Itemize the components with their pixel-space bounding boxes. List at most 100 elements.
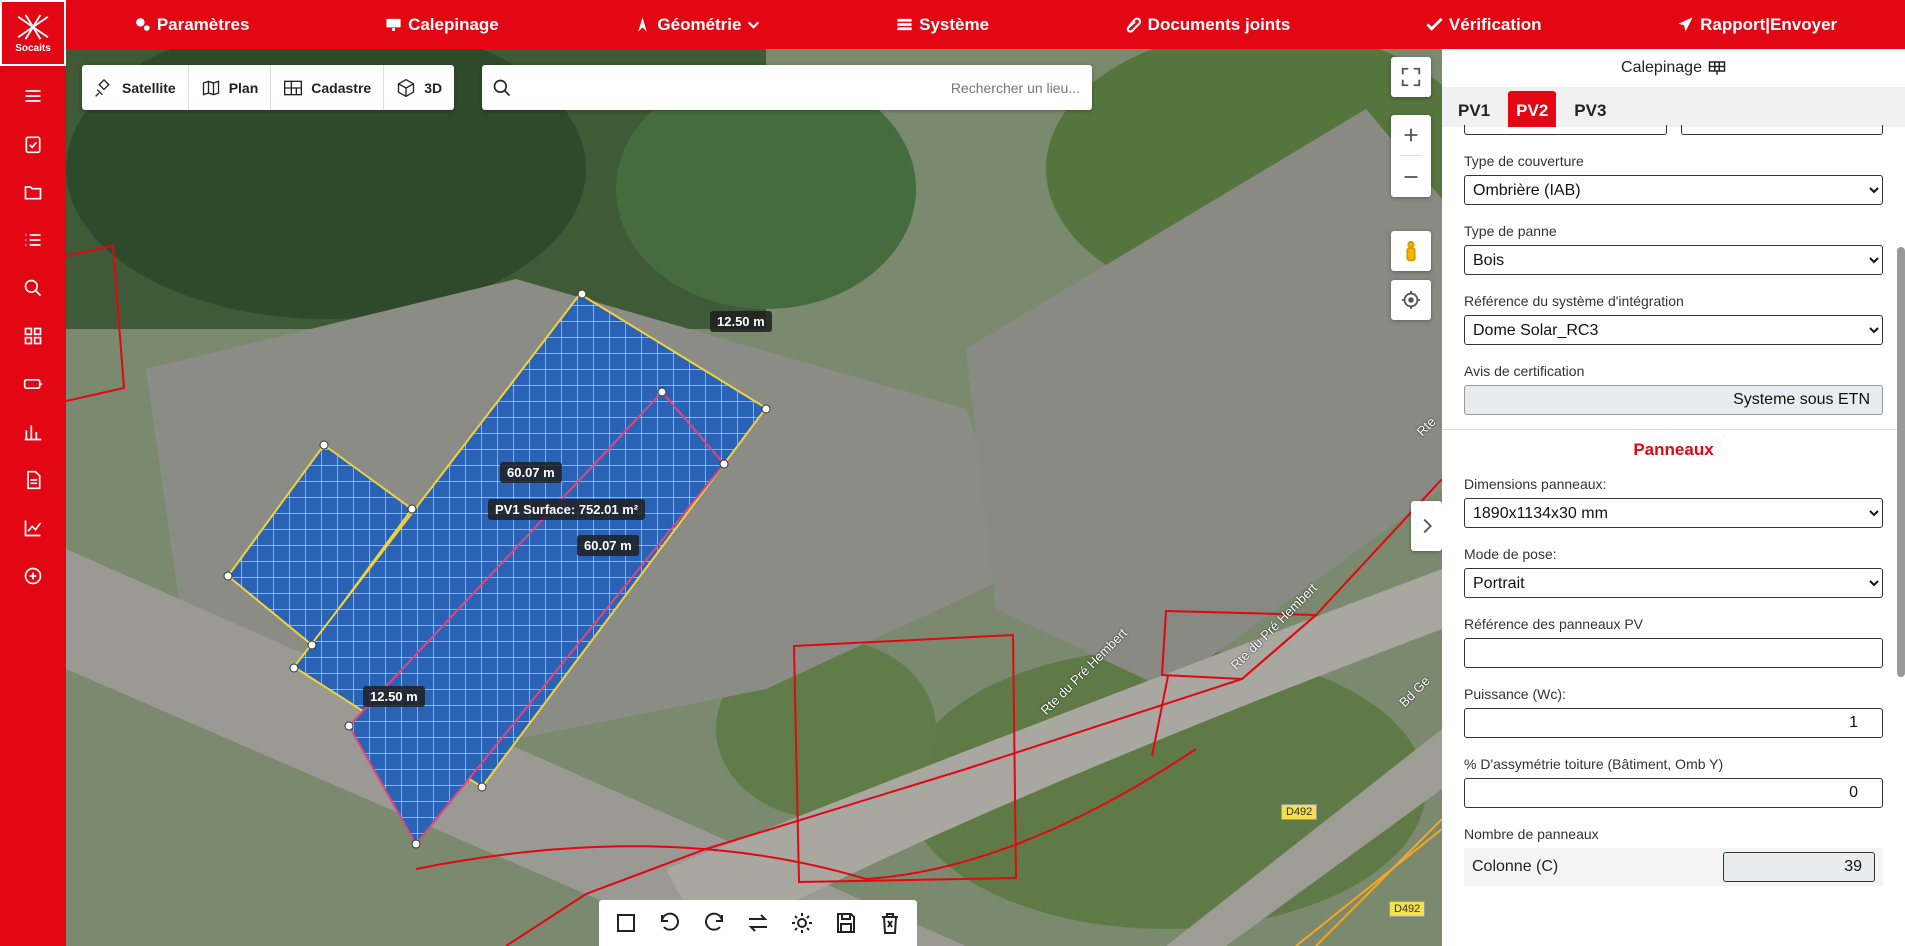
asymetrie-input[interactable]	[1464, 778, 1883, 808]
nav-calepinage[interactable]: Calepinage	[385, 15, 499, 35]
field-systeme: Référence du système d'intégration Dome …	[1464, 293, 1883, 345]
zoom-control	[1391, 115, 1431, 197]
dimensions-select[interactable]: 1890x1134x30 mm	[1464, 498, 1883, 528]
field-panne: Type de panne Bois	[1464, 223, 1883, 275]
calepinage-panel: Calepinage PV1 PV2 PV3 Type de couvertur…	[1442, 49, 1905, 946]
layer-satellite[interactable]: Satellite	[82, 65, 189, 110]
colonne-input[interactable]	[1723, 852, 1875, 882]
grid-icon	[24, 327, 42, 345]
tab-pv2[interactable]: PV2	[1508, 91, 1557, 127]
swap-button[interactable]	[739, 904, 777, 942]
gears-icon	[135, 18, 150, 31]
satellite-map[interactable]: Satellite Plan Cadastre 3D 12.50 m 60.07	[66, 49, 1442, 946]
field-couverture: Type de couverture Ombrière (IAB)	[1464, 153, 1883, 205]
road-badge: D492	[1389, 901, 1426, 917]
rotate-right-button[interactable]	[695, 904, 733, 942]
field-pose: Mode de pose: Portrait	[1464, 546, 1883, 598]
panel-toggle-button[interactable]	[1411, 501, 1442, 551]
zoom-in-button[interactable]	[1400, 115, 1422, 156]
selection-square-icon	[617, 914, 635, 932]
place-search-input[interactable]	[522, 79, 1092, 96]
left-sidebar	[0, 66, 66, 946]
partial-input[interactable]	[1464, 125, 1667, 135]
top-navbar: Paramètres Calepinage Géométrie Système …	[0, 0, 1905, 49]
panne-select[interactable]: Bois	[1464, 245, 1883, 275]
brightness-button[interactable]	[783, 904, 821, 942]
sidebar-grid[interactable]	[19, 322, 47, 350]
sidebar-battery[interactable]	[19, 370, 47, 398]
locate-button[interactable]	[1391, 280, 1431, 320]
app-logo[interactable]: Socaits	[0, 0, 66, 66]
pose-select[interactable]: Portrait	[1464, 568, 1883, 598]
nav-geometrie[interactable]: Géométrie	[634, 15, 760, 35]
tab-pv1[interactable]: PV1	[1450, 91, 1498, 127]
street-view-button[interactable]	[1391, 231, 1431, 271]
nav-parametres[interactable]: Paramètres	[134, 15, 249, 35]
reference-input[interactable]	[1464, 638, 1883, 668]
solar-panel-icon	[1708, 61, 1726, 75]
measure-label: 12.50 m	[363, 686, 425, 707]
sidebar-menu[interactable]	[19, 82, 47, 110]
nav-systeme[interactable]: Système	[896, 15, 989, 35]
layer-cadastre[interactable]: Cadastre	[271, 65, 385, 110]
field-reference: Référence des panneaux PV	[1464, 616, 1883, 668]
panel-scrollbar[interactable]	[1897, 247, 1905, 677]
sidebar-line-chart[interactable]	[19, 514, 47, 542]
rotate-left-button[interactable]	[651, 904, 689, 942]
solar-panel-icon	[386, 18, 401, 31]
cadastre-icon	[284, 80, 303, 95]
chevron-down-icon	[748, 21, 760, 29]
paperclip-icon	[1126, 17, 1141, 33]
field-puissance: Puissance (Wc):	[1464, 686, 1883, 738]
clipboard-check-icon	[25, 136, 41, 154]
sidebar-folder[interactable]	[19, 178, 47, 206]
sidebar-document[interactable]	[19, 466, 47, 494]
hamburger-icon	[25, 90, 41, 102]
fullscreen-button[interactable]	[1391, 57, 1431, 97]
measure-label: 60.07 m	[577, 535, 639, 556]
rotate-ccw-icon	[661, 912, 679, 931]
puissance-input[interactable]	[1464, 708, 1883, 738]
trash-icon	[882, 913, 898, 934]
select-area-button[interactable]	[607, 904, 645, 942]
partial-inputs-row	[1464, 125, 1883, 135]
send-icon	[1678, 17, 1693, 32]
save-button[interactable]	[827, 904, 865, 942]
tab-pv3[interactable]: PV3	[1566, 91, 1614, 127]
list-icon	[897, 18, 912, 31]
sidebar-chart[interactable]	[19, 418, 47, 446]
nav-documents[interactable]: Documents joints	[1125, 15, 1290, 35]
sidebar-list[interactable]	[19, 226, 47, 254]
satellite-icon	[95, 78, 110, 97]
partial-input[interactable]	[1680, 125, 1883, 135]
layer-3d[interactable]: 3D	[384, 65, 454, 110]
nav-verification[interactable]: Vérification	[1426, 15, 1542, 35]
sidebar-search[interactable]	[19, 274, 47, 302]
field-dimensions: Dimensions panneaux: 1890x1134x30 mm	[1464, 476, 1883, 528]
bar-chart-icon	[24, 425, 42, 441]
zoom-out-button[interactable]	[1400, 156, 1422, 197]
systeme-select[interactable]: Dome Solar_RC3	[1464, 315, 1883, 345]
panel-form: Type de couverture Ombrière (IAB) Type d…	[1442, 125, 1905, 415]
search-icon[interactable]	[492, 78, 512, 98]
measure-label: 60.07 m	[500, 462, 562, 483]
panel-title: Calepinage	[1442, 49, 1905, 87]
fullscreen-icon	[1401, 67, 1421, 87]
nav-rapport[interactable]: Rapport|Envoyer	[1677, 15, 1837, 35]
line-chart-icon	[24, 520, 42, 537]
road-badge: D492	[1281, 804, 1318, 820]
sidebar-add[interactable]	[19, 562, 47, 590]
delete-button[interactable]	[871, 904, 909, 942]
list-icon	[25, 234, 41, 246]
layer-plan[interactable]: Plan	[189, 65, 272, 110]
surface-label: PV1 Surface: 752.01 m²	[488, 499, 646, 520]
field-nombre: Nombre de panneaux Colonne (C)	[1464, 826, 1883, 886]
couverture-select[interactable]: Ombrière (IAB)	[1464, 175, 1883, 205]
battery-icon	[23, 379, 43, 389]
plus-icon	[1404, 128, 1418, 142]
rotate-cw-icon	[705, 912, 723, 931]
plus-circle-icon	[24, 567, 42, 585]
pv-tabs: PV1 PV2 PV3	[1442, 87, 1905, 127]
sidebar-tasks[interactable]	[19, 130, 47, 158]
chevron-right-icon	[1423, 518, 1432, 534]
